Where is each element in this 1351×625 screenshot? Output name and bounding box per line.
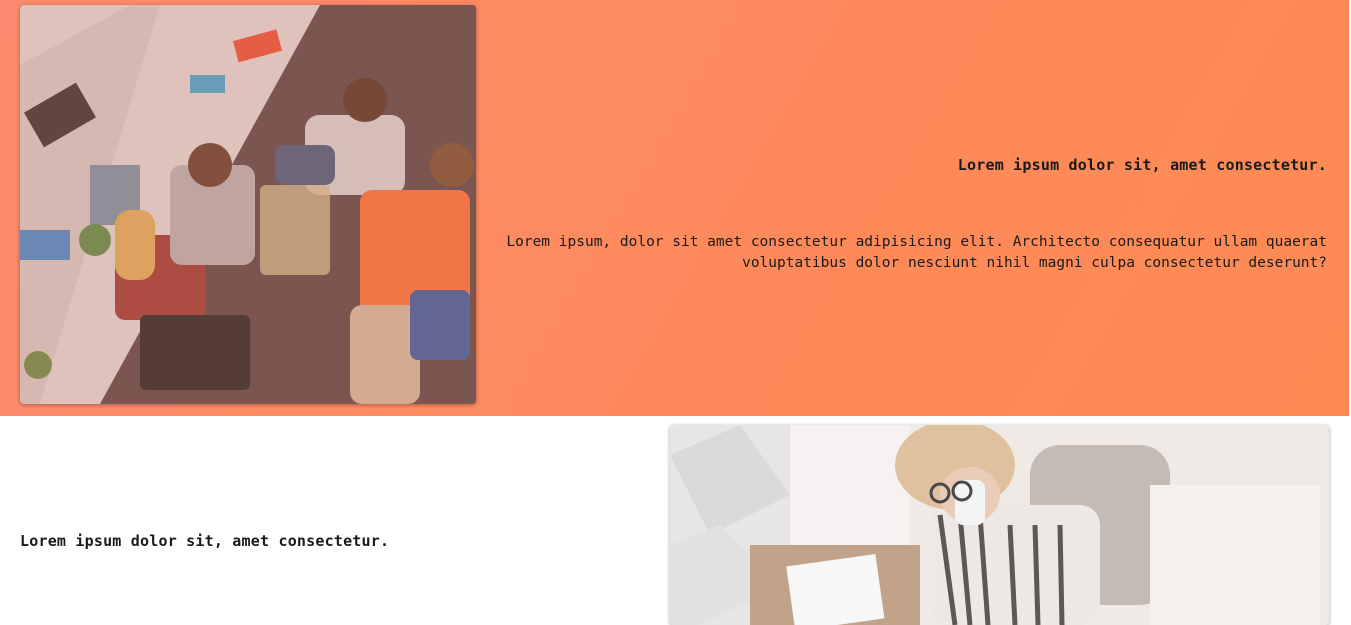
- office-team-illustration: [20, 5, 476, 404]
- feature-section-top: Lorem ipsum dolor sit, amet consectetur.…: [0, 0, 1349, 416]
- woman-on-phone-illustration: [670, 425, 1329, 625]
- feature-heading-bottom: Lorem ipsum dolor sit, amet consectetur.: [20, 532, 390, 550]
- feature-description-top: Lorem ipsum, dolor sit amet consectetur …: [506, 233, 1327, 271]
- woman-on-phone-photo: [670, 425, 1329, 625]
- feature-heading-top: Lorem ipsum dolor sit, amet consectetur.: [957, 156, 1327, 174]
- office-team-photo: [20, 5, 476, 404]
